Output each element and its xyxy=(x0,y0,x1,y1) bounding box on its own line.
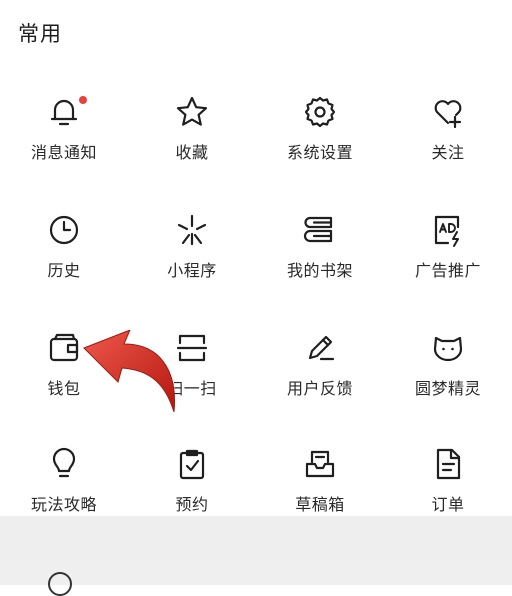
grid-item-label: 订单 xyxy=(431,495,465,514)
sprite-cat-icon xyxy=(431,331,465,365)
heart-plus-icon xyxy=(431,95,465,129)
grid-item-label: 收藏 xyxy=(175,143,209,162)
partial-icon xyxy=(48,572,72,596)
bottom-overlay xyxy=(0,516,512,596)
feedback-pen-icon xyxy=(303,331,337,365)
grid-item-scan[interactable]: 扫一扫 xyxy=(128,331,256,431)
inbox-icon xyxy=(303,447,337,481)
grid-item-ad-promotion[interactable]: 广告推广 xyxy=(384,213,512,313)
document-icon xyxy=(431,447,465,481)
grid-item-dream-sprite[interactable]: 圆梦精灵 xyxy=(384,331,512,431)
grid-item-mini-program[interactable]: 小程序 xyxy=(128,213,256,313)
grid-item-label: 草稿箱 xyxy=(295,495,345,514)
grid-item-label: 我的书架 xyxy=(286,261,353,280)
grid-item-label: 用户反馈 xyxy=(286,379,353,398)
grid-item-history[interactable]: 历史 xyxy=(0,213,128,313)
grid-item-label: 广告推广 xyxy=(414,261,481,280)
common-functions-grid: 消息通知 收藏 系统设置 关注 历史 小程序 我的书架 广告推广 钱包 扫一扫 … xyxy=(0,0,512,585)
grid-item-label: 预约 xyxy=(175,495,209,514)
grid-item-feedback[interactable]: 用户反馈 xyxy=(256,331,384,431)
grid-item-label: 小程序 xyxy=(167,261,217,280)
lightbulb-icon xyxy=(47,447,81,481)
bell-icon xyxy=(47,95,81,129)
ad-icon xyxy=(431,213,465,247)
scan-icon xyxy=(175,331,209,365)
grid-item-label: 扫一扫 xyxy=(167,379,217,398)
clipboard-check-icon xyxy=(175,447,209,481)
grid-item-favorites[interactable]: 收藏 xyxy=(128,95,256,195)
grid-item-label: 历史 xyxy=(47,261,81,280)
grid-item-label: 玩法攻略 xyxy=(30,495,97,514)
grid-item-label: 消息通知 xyxy=(30,143,97,162)
notification-badge xyxy=(79,96,87,104)
mini-program-icon xyxy=(175,213,209,247)
grid-item-label: 关注 xyxy=(431,143,465,162)
grid-item-label: 系统设置 xyxy=(286,143,353,162)
grid-item-follow[interactable]: 关注 xyxy=(384,95,512,195)
grid-item-label: 钱包 xyxy=(47,379,81,398)
bookshelf-icon xyxy=(303,213,337,247)
grid-item-bookshelf[interactable]: 我的书架 xyxy=(256,213,384,313)
gear-icon xyxy=(303,95,337,129)
star-icon xyxy=(175,95,209,129)
grid-item-wallet[interactable]: 钱包 xyxy=(0,331,128,431)
wallet-icon xyxy=(47,331,81,365)
grid-item-notifications[interactable]: 消息通知 xyxy=(0,95,128,195)
grid-item-settings[interactable]: 系统设置 xyxy=(256,95,384,195)
grid-item-label: 圆梦精灵 xyxy=(414,379,481,398)
clock-icon xyxy=(47,213,81,247)
